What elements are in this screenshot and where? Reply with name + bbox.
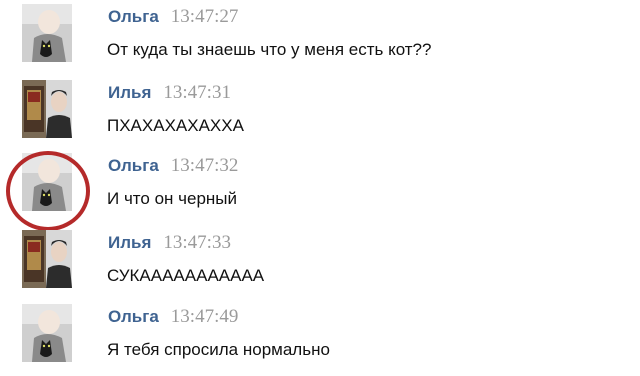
avatar-ilya[interactable] <box>22 230 72 288</box>
chat-history: Ольга 13:47:27 От куда ты знаешь что у м… <box>0 0 640 376</box>
olga-cat-photo-icon <box>22 4 72 62</box>
message-author[interactable]: Ольга <box>108 307 159 326</box>
message-text: И что он черный <box>107 189 238 208</box>
message-row: Ольга 13:47:32 И что он черный <box>0 151 640 231</box>
message-text: Я тебя спросила нормально <box>107 340 330 359</box>
message-time: 13:47:33 <box>163 232 231 253</box>
ilya-photo-icon <box>22 80 72 138</box>
message-text: От куда ты знаешь что у меня есть кот?? <box>107 40 432 59</box>
message-time: 13:47:49 <box>170 306 239 327</box>
message-row: Ольга 13:47:27 От куда ты знаешь что у м… <box>0 2 640 74</box>
avatar-olga[interactable] <box>22 304 72 362</box>
olga-cat-photo-icon <box>22 304 72 362</box>
message-time: 13:47:27 <box>170 6 239 27</box>
message-row: Ольга 13:47:49 Я тебя спросила нормально <box>0 302 640 374</box>
avatar-olga[interactable] <box>22 4 72 62</box>
highlight-circle <box>6 151 90 231</box>
ilya-photo-icon <box>22 230 72 288</box>
message-author[interactable]: Ольга <box>108 156 159 175</box>
message-text: СУКААААААААААА <box>107 266 265 285</box>
message-author[interactable]: Ольга <box>108 7 159 26</box>
message-author[interactable]: Илья <box>108 83 151 102</box>
message-time: 13:47:32 <box>170 155 239 176</box>
message-row: Илья 13:47:31 ПХАХАХАХАХХА <box>0 78 640 150</box>
message-time: 13:47:31 <box>163 82 231 103</box>
avatar-ilya[interactable] <box>22 80 72 138</box>
message-text: ПХАХАХАХАХХА <box>107 116 244 135</box>
message-row: Илья 13:47:33 СУКААААААААААА <box>0 228 640 300</box>
message-author[interactable]: Илья <box>108 233 151 252</box>
